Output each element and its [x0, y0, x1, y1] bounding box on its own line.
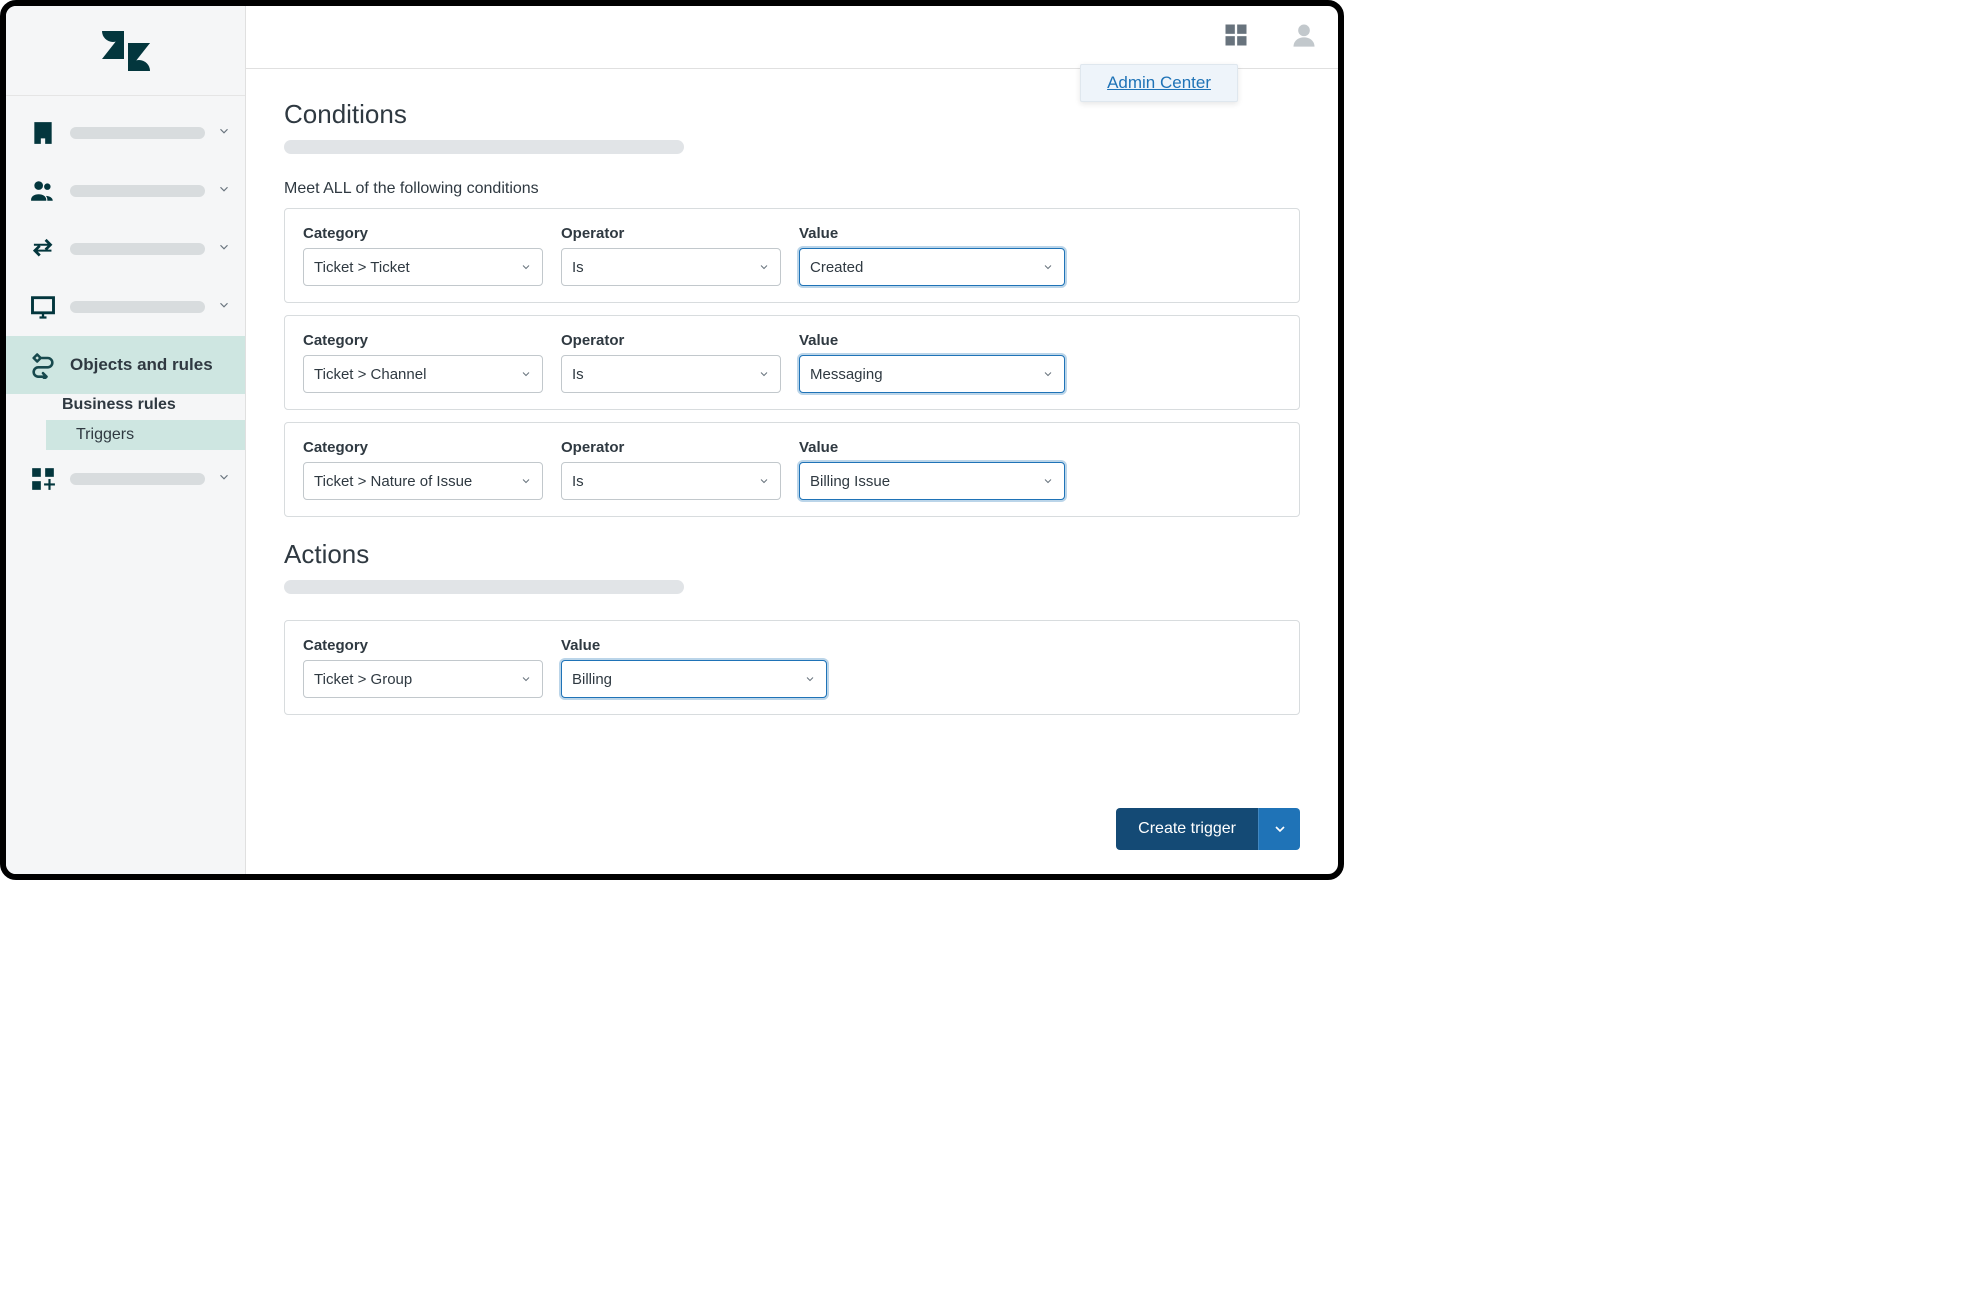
conditions-heading: Conditions [284, 99, 1300, 130]
actions-heading: Actions [284, 539, 1300, 570]
apps-add-icon [28, 464, 58, 494]
chevron-down-icon [1272, 821, 1288, 837]
chevron-down-icon [1042, 475, 1054, 487]
apps-grid-icon[interactable] [1222, 21, 1250, 54]
topbar [246, 6, 1338, 69]
condition-category-select[interactable]: Ticket > Ticket [303, 248, 543, 286]
label-operator: Operator [561, 225, 781, 242]
building-icon [28, 118, 58, 148]
footer: Create trigger [246, 808, 1338, 874]
condition-value-select[interactable]: Messaging [799, 355, 1065, 393]
conditions-group-label: Meet ALL of the following conditions [284, 180, 1300, 198]
chevron-down-icon [1042, 261, 1054, 273]
condition-category-select[interactable]: Ticket > Nature of Issue [303, 462, 543, 500]
condition-row: Category Ticket > Ticket Operator Is Val… [284, 208, 1300, 303]
logo [6, 6, 245, 96]
nav-placeholder [70, 243, 205, 255]
label-value: Value [561, 637, 827, 654]
nav-subitems: Business rules Triggers [6, 390, 245, 450]
condition-category-select[interactable]: Ticket > Channel [303, 355, 543, 393]
chevron-down-icon [217, 470, 231, 489]
profile-icon[interactable] [1290, 21, 1318, 54]
nav-placeholder [70, 127, 205, 139]
nav-label: Objects and rules [70, 355, 231, 375]
sub-item-business-rules[interactable]: Business rules [46, 390, 245, 420]
workflow-icon [28, 350, 58, 380]
nav-item-workspace[interactable] [6, 278, 245, 336]
condition-operator-select[interactable]: Is [561, 248, 781, 286]
chevron-down-icon [217, 124, 231, 143]
conditions-desc-placeholder [284, 140, 684, 154]
chevron-down-icon [520, 261, 532, 273]
create-trigger-splitbutton: Create trigger [1116, 808, 1300, 850]
chevron-down-icon [520, 368, 532, 380]
main: Admin Center Conditions Meet ALL of the … [246, 6, 1338, 874]
label-category: Category [303, 225, 543, 242]
label-operator: Operator [561, 332, 781, 349]
condition-operator-select[interactable]: Is [561, 462, 781, 500]
label-category: Category [303, 637, 543, 654]
label-value: Value [799, 439, 1065, 456]
content: Conditions Meet ALL of the following con… [246, 69, 1338, 808]
action-category-select[interactable]: Ticket > Group [303, 660, 543, 698]
condition-row: Category Ticket > Nature of Issue Operat… [284, 422, 1300, 517]
nav-item-channels[interactable] [6, 220, 245, 278]
nav-item-apps[interactable] [6, 450, 245, 508]
nav-placeholder [70, 301, 205, 313]
condition-row: Category Ticket > Channel Operator Is Va… [284, 315, 1300, 410]
condition-value-select[interactable]: Billing Issue [799, 462, 1065, 500]
label-category: Category [303, 332, 543, 349]
nav-item-workspaces[interactable] [6, 104, 245, 162]
nav-placeholder [70, 185, 205, 197]
sidebar: Objects and rules Business rules Trigger… [6, 6, 246, 874]
chevron-down-icon [217, 182, 231, 201]
arrows-icon [28, 234, 58, 264]
sub-item-triggers[interactable]: Triggers [46, 420, 245, 450]
condition-value-select[interactable]: Created [799, 248, 1065, 286]
zendesk-logo-icon [102, 31, 150, 71]
chevron-down-icon [804, 673, 816, 685]
monitor-icon [28, 292, 58, 322]
chevron-down-icon [217, 240, 231, 259]
nav-item-objects-rules[interactable]: Objects and rules [6, 336, 245, 394]
chevron-down-icon [520, 475, 532, 487]
action-value-select[interactable]: Billing [561, 660, 827, 698]
nav-placeholder [70, 473, 205, 485]
condition-operator-select[interactable]: Is [561, 355, 781, 393]
chevron-down-icon [758, 261, 770, 273]
chevron-down-icon [217, 298, 231, 317]
people-icon [28, 176, 58, 206]
chevron-down-icon [1042, 368, 1054, 380]
nav-list: Objects and rules Business rules Trigger… [6, 96, 245, 508]
chevron-down-icon [758, 475, 770, 487]
chevron-down-icon [520, 673, 532, 685]
action-row: Category Ticket > Group Value Billing [284, 620, 1300, 715]
label-value: Value [799, 225, 1065, 242]
create-trigger-dropdown[interactable] [1258, 808, 1300, 850]
chevron-down-icon [758, 368, 770, 380]
create-trigger-button[interactable]: Create trigger [1116, 808, 1258, 850]
label-value: Value [799, 332, 1065, 349]
label-category: Category [303, 439, 543, 456]
nav-item-people[interactable] [6, 162, 245, 220]
label-operator: Operator [561, 439, 781, 456]
actions-desc-placeholder [284, 580, 684, 594]
